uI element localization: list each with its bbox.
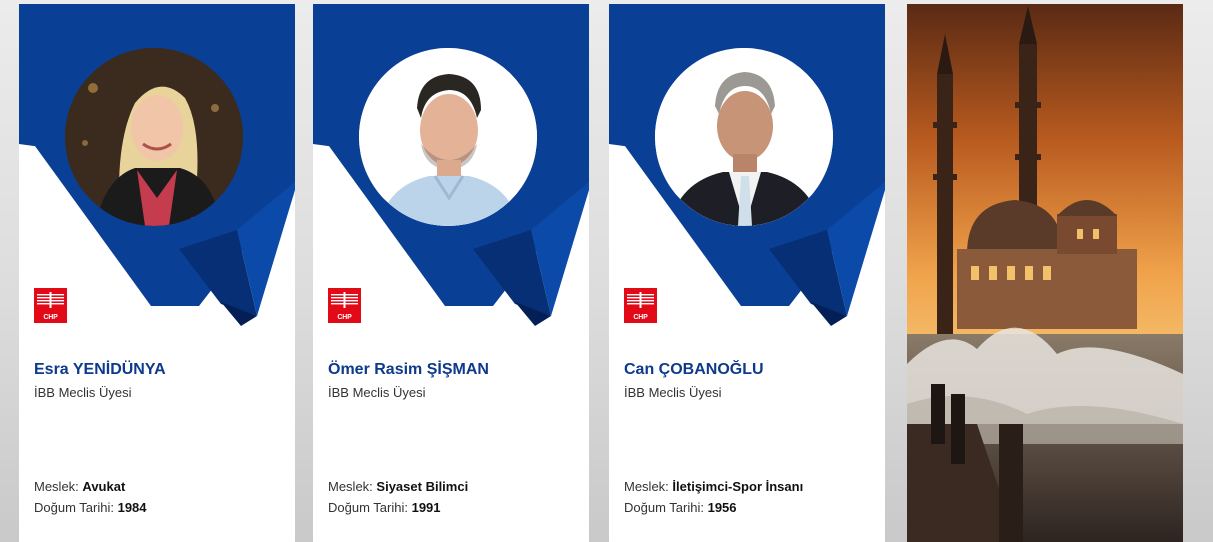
member-name[interactable]: Esra YENİDÜNYA — [34, 361, 166, 379]
birth-label: Doğum Tarihi: — [624, 500, 704, 515]
member-card[interactable]: CHP Can ÇOBANOĞLU İBB Meclis Üyesi Mesle… — [609, 4, 885, 542]
profession-value: İletişimci-Spor İnsanı — [672, 479, 804, 494]
birth-year-value: 1984 — [117, 500, 147, 515]
member-role: İBB Meclis Üyesi — [34, 385, 132, 400]
birth-year-value: 1991 — [411, 500, 441, 515]
member-profession: Meslek: İletişimci-Spor İnsanı — [624, 479, 803, 494]
member-role: İBB Meclis Üyesi — [624, 385, 722, 400]
member-birth: Doğum Tarihi: 1991 — [328, 500, 441, 515]
member-profession: Meslek: Siyaset Bilimci — [328, 479, 468, 494]
chp-logo-text: CHP — [43, 314, 58, 321]
member-photo — [655, 48, 833, 226]
birth-label: Doğum Tarihi: — [328, 500, 408, 515]
chp-logo-icon: CHP — [328, 288, 361, 323]
member-photo — [359, 48, 537, 226]
birth-year-value: 1956 — [707, 500, 737, 515]
profession-label: Meslek: — [624, 479, 669, 494]
birth-label: Doğum Tarihi: — [34, 500, 114, 515]
member-card[interactable]: CHP Ömer Rasim ŞİŞMAN İBB Meclis Üyesi M… — [313, 4, 589, 542]
profession-label: Meslek: — [328, 479, 373, 494]
member-birth: Doğum Tarihi: 1984 — [34, 500, 147, 515]
member-role: İBB Meclis Üyesi — [328, 385, 426, 400]
chp-logo-text: CHP — [337, 314, 352, 321]
chp-logo-icon: CHP — [624, 288, 657, 323]
member-birth: Doğum Tarihi: 1956 — [624, 500, 737, 515]
chp-logo-icon: CHP — [34, 288, 67, 323]
member-photo — [65, 48, 243, 226]
profession-value: Avukat — [82, 479, 126, 494]
member-card[interactable]: CHP Esra YENİDÜNYA İBB Meclis Üyesi Mesl… — [19, 4, 295, 542]
profession-label: Meslek: — [34, 479, 79, 494]
mosque-photo — [907, 4, 1183, 542]
profession-value: Siyaset Bilimci — [376, 479, 469, 494]
member-name[interactable]: Ömer Rasim ŞİŞMAN — [328, 361, 489, 379]
member-profession: Meslek: Avukat — [34, 479, 125, 494]
chp-logo-text: CHP — [633, 314, 648, 321]
member-name[interactable]: Can ÇOBANOĞLU — [624, 361, 764, 379]
